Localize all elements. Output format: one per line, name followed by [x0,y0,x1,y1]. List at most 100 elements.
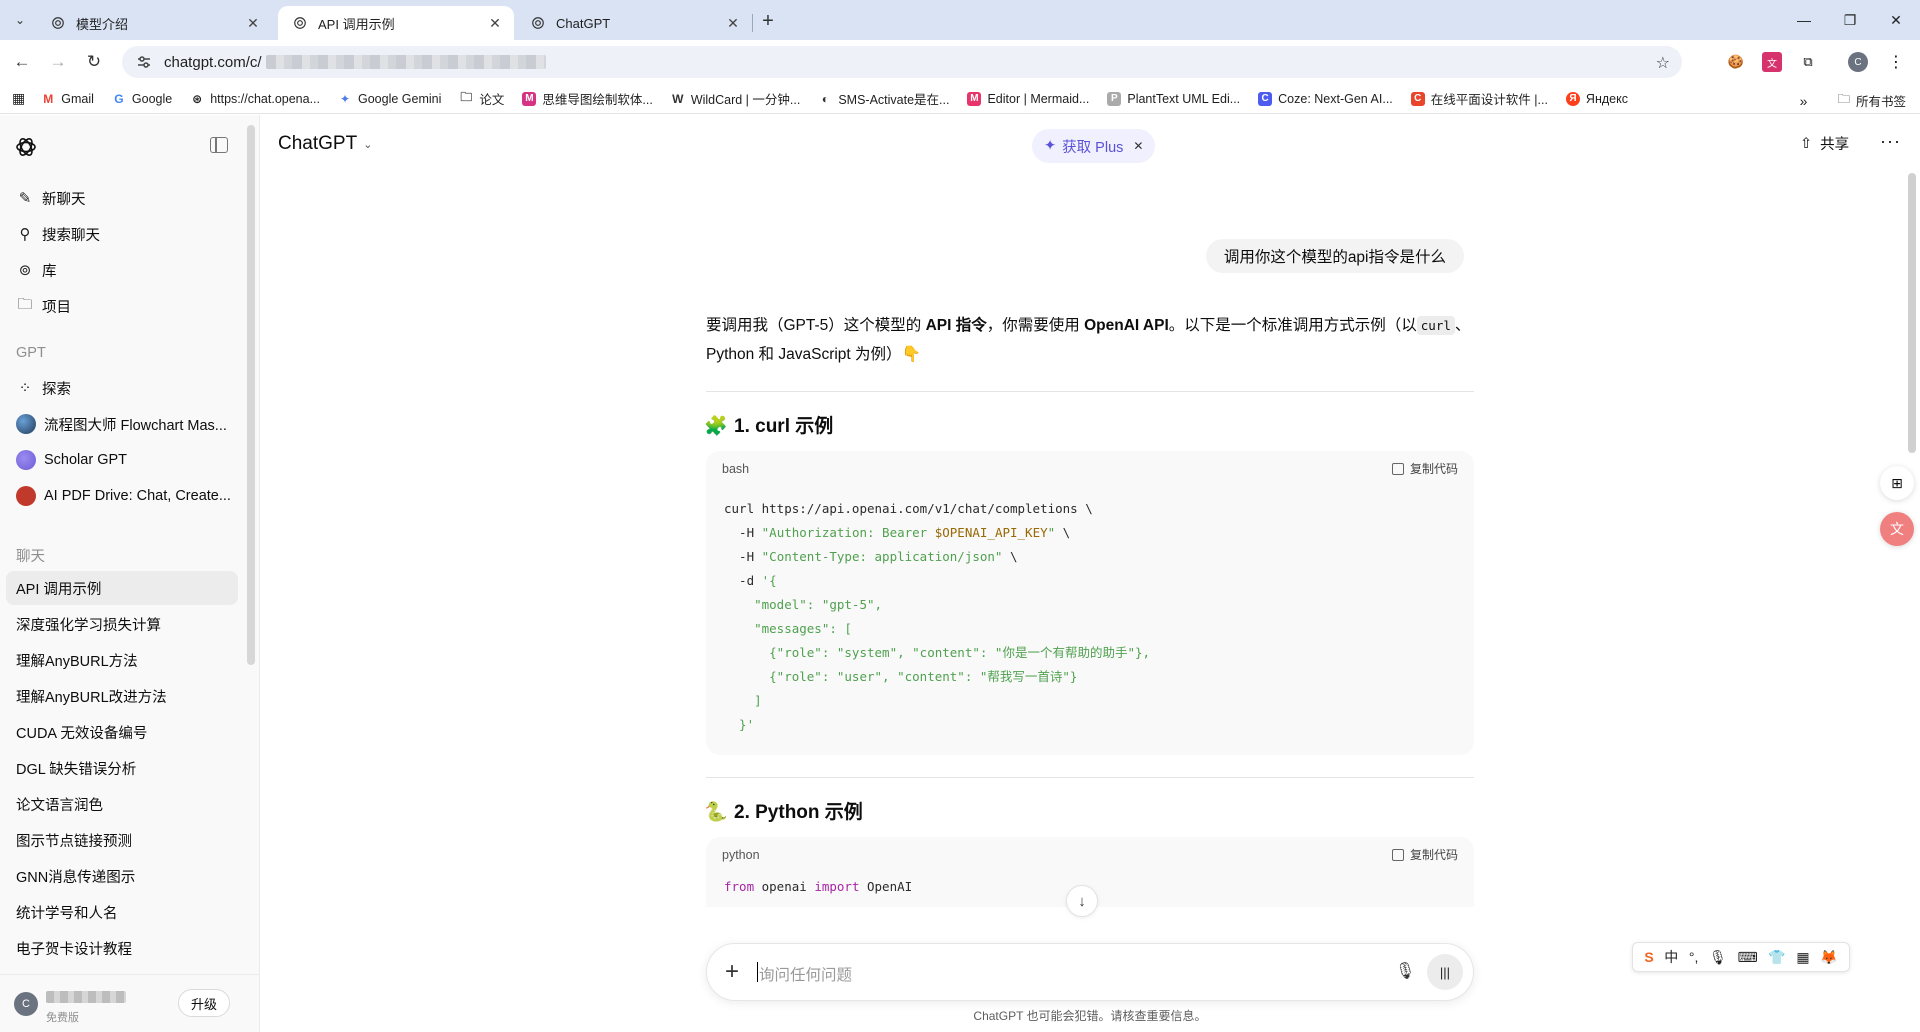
apps-grid-icon[interactable]: ▦ [12,90,25,107]
chat-item[interactable]: 图示节点链接预测 [6,823,238,857]
openai-logo-icon[interactable] [14,135,38,159]
copy-code-button[interactable]: 复制代码 [1391,455,1458,484]
chat-item[interactable]: GNN消息传递图示 [6,859,238,893]
profile-avatar[interactable]: C [1848,52,1868,72]
bookmark-item[interactable]: ✦ Google Gemini [338,92,441,106]
mermaid-icon: M [967,91,982,106]
main-chat-area: ChatGPT ⌄ ✦ 获取 Plus ✕ ⇧ 共享 ··· 调用你这个模型的a… [260,115,1920,1032]
restore-icon[interactable]: ❐ [1838,8,1862,32]
chat-item[interactable]: 电子贺卡设计教程 [6,931,238,965]
model-selector[interactable]: ChatGPT ⌄ [278,133,372,155]
minimize-icon[interactable]: — [1792,8,1816,32]
bookmark-item[interactable]: C 在线平面设计软件 |... [1410,89,1548,108]
sidebar-scrollbar[interactable] [247,125,255,665]
ime-keyboard-icon[interactable]: ⌨ [1737,949,1757,966]
message-input[interactable]: 询问任何问题 [759,963,852,985]
microphone-icon[interactable]: 🎙 [1395,961,1415,981]
tab-search-chevron-icon[interactable]: ⌄ [8,8,32,32]
qr-code-widget-icon[interactable]: ⊞ [1880,466,1914,500]
bookmark-item[interactable]: M Editor | Mermaid... [967,91,1089,106]
new-tab-plus-icon[interactable]: + [757,10,779,32]
back-arrow-icon[interactable]: ← [10,50,34,74]
browser-tab-active[interactable]: API 调用示例 ✕ [278,6,514,40]
ime-mascot-icon[interactable]: 🦊 [1820,949,1837,966]
tab-title: ChatGPT [556,15,611,31]
sidebar-item-explore[interactable]: ⁘ 探索 [6,371,238,405]
bookmark-item[interactable]: P PlantText UML Edi... [1107,91,1240,106]
ime-grid-icon[interactable]: ▦ [1796,949,1809,966]
browser-tab[interactable]: ChatGPT ✕ [516,6,752,40]
get-plus-label: 获取 Plus [1062,139,1124,156]
upgrade-button[interactable]: 升级 [178,989,231,1017]
close-icon[interactable]: ✕ [244,14,262,32]
forward-arrow-icon[interactable]: → [46,50,70,74]
all-bookmarks-label[interactable]: 所有书签 [1856,91,1906,110]
sidebar-gpt-scholar[interactable]: Scholar GPT [6,443,238,477]
planttext-icon: P [1107,91,1122,106]
chat-item[interactable]: 论文语言润色 [6,787,238,821]
browser-menu-icon[interactable]: ⋮ [1886,52,1906,72]
bookmark-item[interactable]: W WildCard | 一分钟... [671,89,800,108]
bookmark-item[interactable]: 🗀 论文 [459,89,504,108]
close-icon[interactable]: ✕ [724,14,742,32]
bookmark-item[interactable]: C Coze: Next-Gen AI... [1258,91,1393,106]
chat-item[interactable]: 深度强化学习损失计算 [6,607,238,641]
sparkle-icon: ✦ [1044,138,1057,154]
main-scrollbar[interactable] [1908,173,1916,453]
sidebar-toggle-icon[interactable] [210,137,228,153]
avatar[interactable]: C [14,991,38,1016]
model-name: ChatGPT [278,133,358,154]
sidebar-gpt-ai-pdf[interactable]: AI PDF Drive: Chat, Create... [6,479,238,513]
translate-widget-icon[interactable]: 文 [1880,512,1914,546]
message-composer[interactable]: + 询问任何问题 🎙 ||| [706,943,1474,1001]
user-account[interactable]: C 免费版 升级 [0,974,259,1032]
get-plus-pill[interactable]: ✦ 获取 Plus ✕ [1032,129,1156,163]
copy-code-button[interactable]: 复制代码 [1391,841,1458,870]
voice-mode-button[interactable]: ||| [1427,954,1463,990]
bookmark-item[interactable]: M 思维导图绘制软体... [522,89,653,108]
chat-item[interactable]: 理解AnyBURL方法 [6,643,238,677]
sogou-logo-icon[interactable]: S [1644,949,1653,965]
ime-voice-icon[interactable]: 🎙 [1709,949,1727,966]
bookmarks-bar: ▦ M Gmail G Google ⊛ https://chat.opena... … [0,84,1920,114]
ime-chinese-mode-icon[interactable]: 中 [1664,947,1678,967]
chat-item[interactable]: 理解AnyBURL改进方法 [6,679,238,713]
sidebar-item-search[interactable]: ⚲ 搜索聊天 [6,217,238,251]
window-close-icon[interactable]: ✕ [1884,8,1908,32]
all-bookmarks-folder-icon[interactable]: 🗀 [1837,90,1850,111]
address-bar[interactable]: chatgpt.com/c/ ☆ [122,46,1682,78]
reload-icon[interactable]: ↻ [82,50,106,74]
add-attachment-icon[interactable]: + [725,958,739,986]
sidebar-item-library[interactable]: ⊚ 库 [6,253,238,287]
chevron-right-double-icon[interactable]: » [1800,93,1808,109]
code-language: python [722,847,760,862]
browser-tab[interactable]: 模型介绍 ✕ [36,6,272,40]
cookie-extension-icon[interactable]: 🍪 [1726,52,1746,72]
ime-punctuation-icon[interactable]: °, [1689,949,1699,965]
bookmark-item[interactable]: ⊛ https://chat.opena... [190,92,320,106]
more-options-icon[interactable]: ··· [1880,131,1901,152]
chat-item[interactable]: 统计学号和人名 [6,895,238,929]
extensions-puzzle-icon[interactable]: ⧉ [1798,52,1818,72]
close-icon[interactable]: ✕ [486,14,504,32]
chat-item[interactable]: CUDA 无效设备编号 [6,715,238,749]
share-button[interactable]: ⇧ 共享 [1800,133,1849,154]
bookmark-item[interactable]: ◐ SMS-Activate是在... [818,89,950,108]
scroll-down-arrow-icon[interactable]: ↓ [1066,885,1098,917]
ime-skin-icon[interactable]: 👕 [1768,949,1785,966]
bookmark-item[interactable]: M Gmail [41,92,94,106]
bookmark-star-icon[interactable]: ☆ [1656,53,1670,73]
sidebar-item-new-chat[interactable]: ✎ 新聊天 [6,181,238,215]
bookmark-item[interactable]: Я Яндекс [1565,91,1628,106]
site-info-icon[interactable] [136,54,152,70]
sidebar-item-projects[interactable]: 🗀 项目 [6,289,238,323]
translate-extension-icon[interactable]: 文 [1762,52,1782,72]
chat-item[interactable]: DGL 缺失错误分析 [6,751,238,785]
close-icon[interactable]: ✕ [1133,139,1143,153]
bookmark-item[interactable]: G Google [112,92,172,106]
sidebar-gpt-flowchart[interactable]: 流程图大师 Flowchart Mas... [6,407,238,441]
chat-item-active[interactable]: API 调用示例 [6,571,238,605]
copy-icon [1391,463,1404,475]
tab-title: 模型介绍 [76,16,129,32]
divider [706,391,1474,392]
